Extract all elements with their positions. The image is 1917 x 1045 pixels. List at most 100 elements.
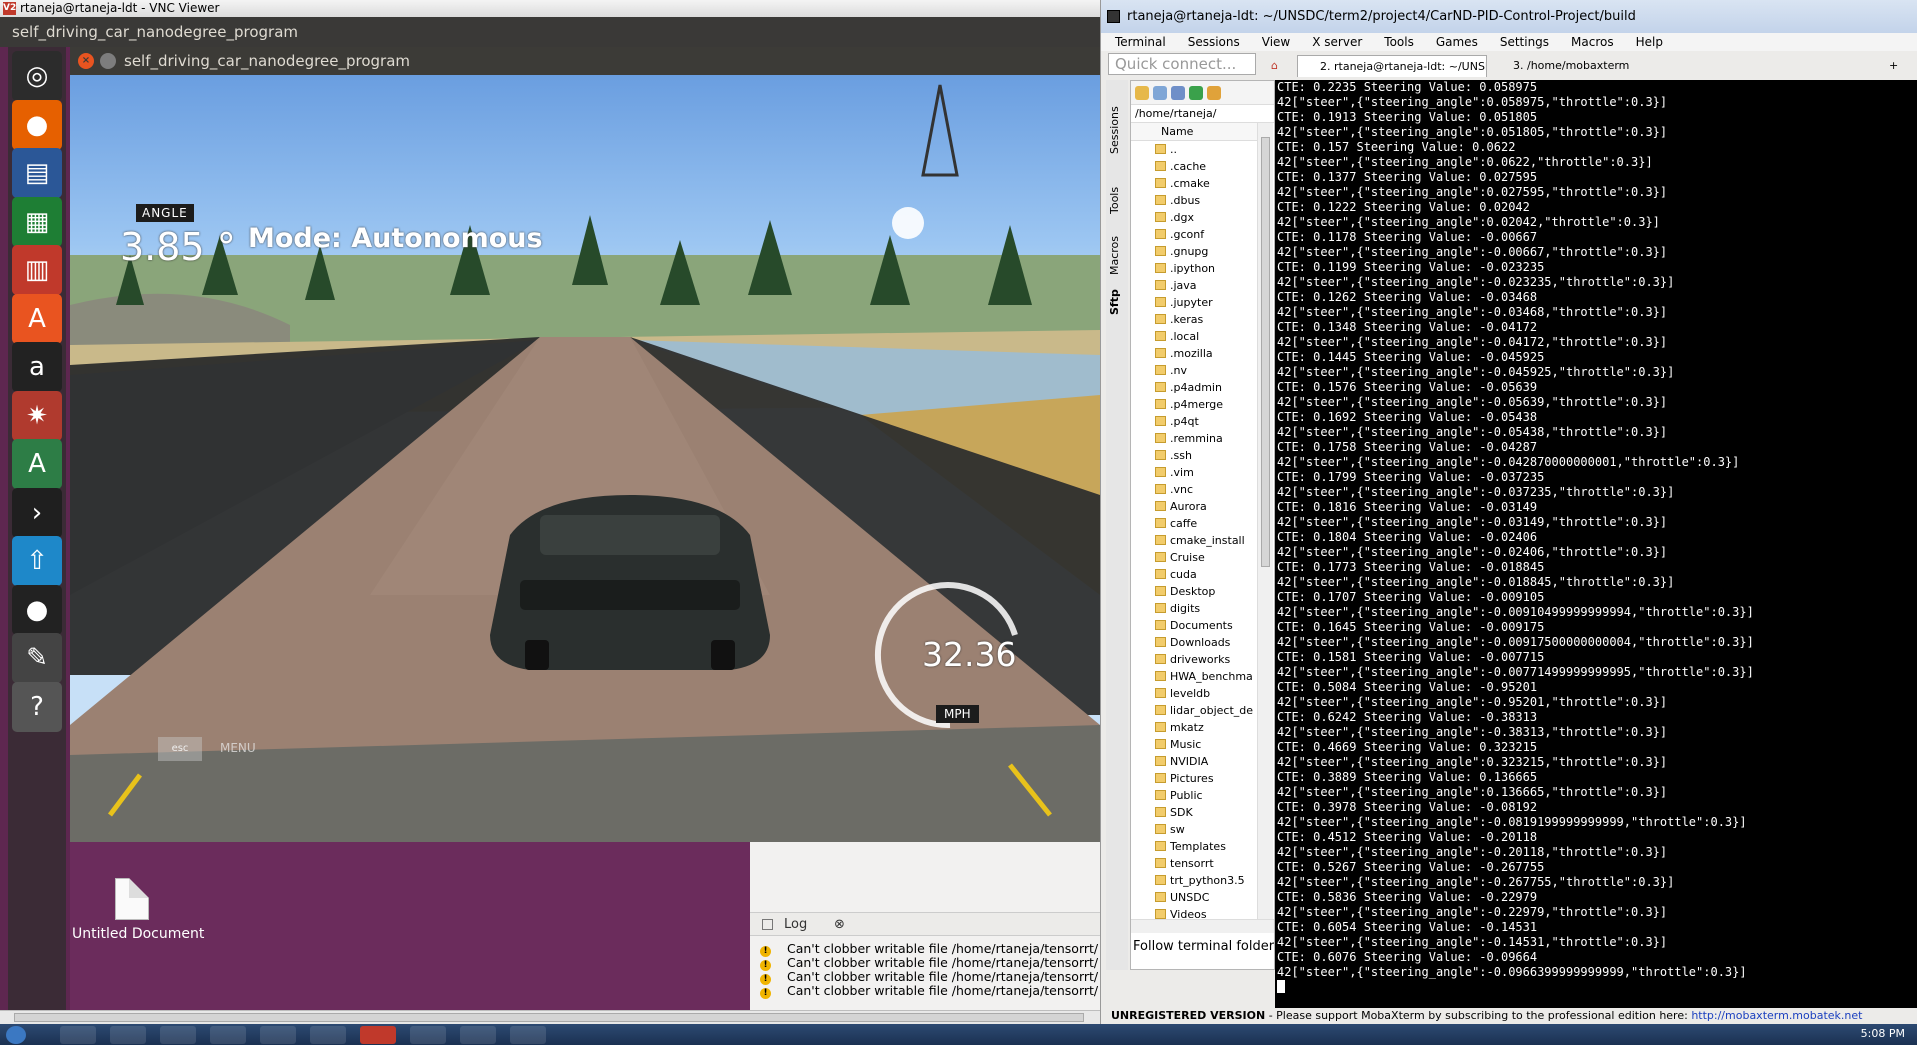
close-log-icon[interactable]: ⊗ — [834, 913, 845, 936]
menu-tools[interactable]: Tools — [1384, 33, 1414, 51]
text-editor-icon[interactable]: ✎ — [12, 633, 62, 683]
sftp-list-item[interactable]: .keras — [1131, 311, 1257, 328]
sftp-list-item[interactable]: .vim — [1131, 464, 1257, 481]
sftp-list-item[interactable]: .mozilla — [1131, 345, 1257, 362]
new-tab-icon[interactable]: + — [1881, 55, 1911, 77]
folder-up-icon[interactable] — [1135, 86, 1149, 100]
home-tab-icon[interactable]: ⌂ — [1263, 55, 1293, 77]
scrollbar-thumb[interactable] — [1261, 137, 1270, 567]
menu-view[interactable]: View — [1262, 33, 1290, 51]
sftp-list-item[interactable]: UNSDC — [1131, 889, 1257, 906]
menu-label[interactable]: MENU — [220, 741, 256, 755]
taskbar-app-icon[interactable] — [510, 1026, 546, 1044]
sftp-list-item[interactable]: NVIDIA — [1131, 753, 1257, 770]
mobatek-link[interactable]: http://mobaxterm.mobatek.net — [1691, 1009, 1862, 1022]
software-center-icon[interactable]: A — [12, 293, 62, 344]
sftp-list-item[interactable]: cuda — [1131, 566, 1257, 583]
sftp-vertical-scrollbar[interactable] — [1257, 123, 1273, 919]
system-settings-icon[interactable]: ✷ — [12, 390, 62, 441]
log-tab-checkbox[interactable] — [762, 919, 773, 930]
sftp-horizontal-scrollbar[interactable] — [1131, 919, 1274, 933]
taskbar-app-icon[interactable] — [60, 1026, 96, 1044]
sftp-list-item[interactable]: driveworks — [1131, 651, 1257, 668]
side-tab-macros[interactable]: Macros — [1108, 230, 1126, 280]
impress-icon[interactable]: ▥ — [12, 245, 62, 295]
sftp-list-item[interactable]: Documents — [1131, 617, 1257, 634]
follow-terminal-folder-checkbox[interactable]: Follow terminal folder — [1131, 936, 1274, 958]
taskbar-app-icon[interactable] — [460, 1026, 496, 1044]
sftp-list-item[interactable]: caffe — [1131, 515, 1257, 532]
calc-icon[interactable]: ▦ — [12, 196, 62, 247]
sftp-list-item[interactable]: .ssh — [1131, 447, 1257, 464]
sftp-list-item[interactable]: .local — [1131, 328, 1257, 345]
sftp-list-item[interactable]: HWA_benchma — [1131, 668, 1257, 685]
amazon-icon[interactable]: a — [12, 342, 62, 392]
taskbar-app-icon[interactable] — [210, 1026, 246, 1044]
close-icon[interactable]: × — [78, 53, 94, 69]
sftp-list-item[interactable]: tensorrt — [1131, 855, 1257, 872]
sftp-list-item[interactable]: .dbus — [1131, 192, 1257, 209]
sftp-list-item[interactable]: trt_python3.5 — [1131, 872, 1257, 889]
menu-macros[interactable]: Macros — [1571, 33, 1614, 51]
sftp-list-item[interactable]: .remmina — [1131, 430, 1257, 447]
update-manager-icon[interactable]: A — [12, 439, 62, 489]
side-tab-sessions[interactable]: Sessions — [1108, 100, 1126, 160]
taskbar-app-icon[interactable] — [160, 1026, 196, 1044]
sftp-list-item[interactable]: Downloads — [1131, 634, 1257, 651]
vnc-horizontal-scrollbar[interactable] — [0, 1010, 1100, 1024]
sftp-name-column-header[interactable]: Name — [1131, 123, 1257, 141]
ubuntu-logo-icon[interactable]: ◎ — [12, 51, 62, 101]
writer-icon[interactable]: ▤ — [12, 148, 62, 198]
menu-help[interactable]: Help — [1636, 33, 1663, 51]
sftp-list-item[interactable]: Videos — [1131, 906, 1257, 919]
vnc-title-bar[interactable]: V2 rtaneja@rtaneja-ldt - VNC Viewer — [0, 0, 1100, 17]
remote-desktop-icon[interactable]: ⇧ — [12, 536, 62, 586]
download-icon[interactable] — [1153, 86, 1167, 100]
taskbar-app-icon[interactable] — [410, 1026, 446, 1044]
tab-session-3[interactable]: 3. /home/mobaxterm — [1491, 55, 1681, 77]
sftp-list-item[interactable]: Templates — [1131, 838, 1257, 855]
esc-button[interactable]: esc — [158, 737, 202, 761]
sftp-list-item[interactable]: SDK — [1131, 804, 1257, 821]
simulator-title-bar[interactable]: × self_driving_car_nanodegree_program — [70, 47, 1100, 75]
menu-x-server[interactable]: X server — [1312, 33, 1362, 51]
sftp-list-item[interactable]: .java — [1131, 277, 1257, 294]
refresh-icon[interactable] — [1189, 86, 1203, 100]
tab-session-2[interactable]: 2. rtaneja@rtaneja-ldt: ~/UNSDC/te — [1297, 55, 1487, 77]
menu-games[interactable]: Games — [1436, 33, 1478, 51]
sftp-path-field[interactable]: /home/rtaneja/ — [1131, 105, 1274, 123]
sftp-list-item[interactable]: .gnupg — [1131, 243, 1257, 260]
sftp-list-item[interactable]: digits — [1131, 600, 1257, 617]
vnc-viewer-taskbar-icon[interactable] — [360, 1026, 396, 1044]
sftp-list-item[interactable]: .vnc — [1131, 481, 1257, 498]
sftp-list-item[interactable]: mkatz — [1131, 719, 1257, 736]
help-icon[interactable]: ? — [12, 681, 62, 732]
sftp-list-item[interactable]: Public — [1131, 787, 1257, 804]
sftp-list-item[interactable]: cmake_install — [1131, 532, 1257, 549]
sftp-list-item[interactable]: .gconf — [1131, 226, 1257, 243]
sftp-list-item[interactable]: .ipython — [1131, 260, 1257, 277]
sftp-list-item[interactable]: Desktop — [1131, 583, 1257, 600]
taskbar-app-icon[interactable] — [310, 1026, 346, 1044]
start-button-icon[interactable] — [6, 1026, 26, 1044]
log-tab[interactable]: Log ⊗ — [750, 912, 1100, 936]
camera-icon[interactable]: ● — [12, 584, 62, 635]
menu-sessions[interactable]: Sessions — [1188, 33, 1240, 51]
sftp-list-item[interactable]: .cmake — [1131, 175, 1257, 192]
taskbar-app-icon[interactable] — [260, 1026, 296, 1044]
terminal-output[interactable]: CTE: 0.2235 Steering Value: 0.058975 42["… — [1275, 80, 1917, 1008]
menu-terminal[interactable]: Terminal — [1115, 33, 1166, 51]
upload-icon[interactable] — [1171, 86, 1185, 100]
sftp-list-item[interactable]: lidar_object_de — [1131, 702, 1257, 719]
firefox-icon[interactable]: ● — [12, 99, 62, 150]
sftp-list-item[interactable]: .p4merge — [1131, 396, 1257, 413]
sftp-list-item[interactable]: Aurora — [1131, 498, 1257, 515]
quick-connect-input[interactable]: Quick connect... — [1108, 53, 1256, 75]
scrollbar-thumb[interactable] — [14, 1013, 1084, 1022]
sftp-list-item[interactable]: Pictures — [1131, 770, 1257, 787]
minimize-icon[interactable] — [100, 53, 116, 69]
sftp-list-item[interactable]: .cache — [1131, 158, 1257, 175]
terminal-icon[interactable]: › — [12, 487, 62, 538]
sftp-list-item[interactable]: leveldb — [1131, 685, 1257, 702]
side-tab-tools[interactable]: Tools — [1108, 180, 1126, 220]
